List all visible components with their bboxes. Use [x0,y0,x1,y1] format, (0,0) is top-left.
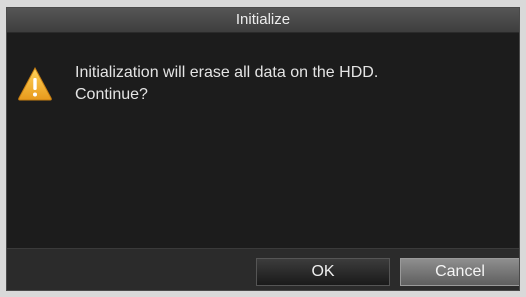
dialog-footer: OK Cancel [7,248,519,290]
dialog-message: Initialization will erase all data on th… [75,62,505,106]
message-line: Continue? [75,86,148,103]
warning-triangle-icon [18,66,52,101]
cancel-button[interactable]: Cancel [400,258,519,286]
initialize-dialog: Initialize Initialization will erase all… [6,7,520,291]
dialog-title: Initialize [7,8,519,33]
message-line: Initialization will erase all data on th… [75,64,379,81]
dialog-body: Initialization will erase all data on th… [7,33,519,248]
ok-button[interactable]: OK [256,258,390,286]
